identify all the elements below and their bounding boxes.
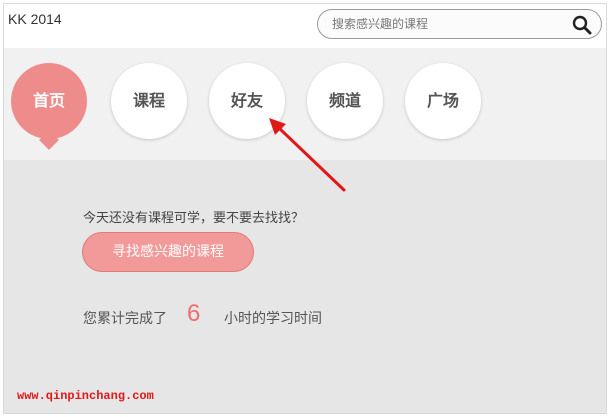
nav-item-courses[interactable]: 课程 [111, 63, 187, 139]
search-input[interactable] [332, 15, 562, 33]
search-box[interactable] [317, 9, 602, 39]
nav-label-channels: 频道 [328, 91, 361, 110]
find-courses-button[interactable]: 寻找感兴趣的课程 [82, 232, 254, 272]
study-hours-value: 6 [187, 300, 201, 327]
nav-item-square[interactable]: 广场 [405, 63, 481, 139]
search-icon[interactable] [572, 15, 592, 35]
nav-item-channels[interactable]: 频道 [307, 63, 383, 139]
stats-suffix: 小时的学习时间 [224, 311, 322, 327]
nav-label-courses: 课程 [132, 91, 165, 110]
app-title: KK 2014 [8, 11, 62, 27]
nav-label-home: 首页 [32, 91, 65, 110]
nav-label-friends: 好友 [230, 91, 263, 110]
app-window: KK 2014 首页 课程 好友 频道 广场 今天还没有课程可学，要不要去找找？ [3, 3, 607, 414]
nav-label-square: 广场 [426, 91, 459, 110]
main-nav: 首页 课程 好友 频道 广场 [4, 48, 606, 160]
nav-item-home[interactable]: 首页 [11, 63, 87, 150]
watermark: www.qinpinchang.com [17, 389, 154, 403]
stats-prefix: 您累计完成了 [83, 311, 167, 327]
home-content: 今天还没有课程可学，要不要去找找？ 寻找感兴趣的课程 您累计完成了 6 小时的学… [4, 160, 606, 413]
nav-item-friends[interactable]: 好友 [209, 63, 285, 139]
empty-course-prompt: 今天还没有课程可学，要不要去找找？ [83, 211, 305, 226]
